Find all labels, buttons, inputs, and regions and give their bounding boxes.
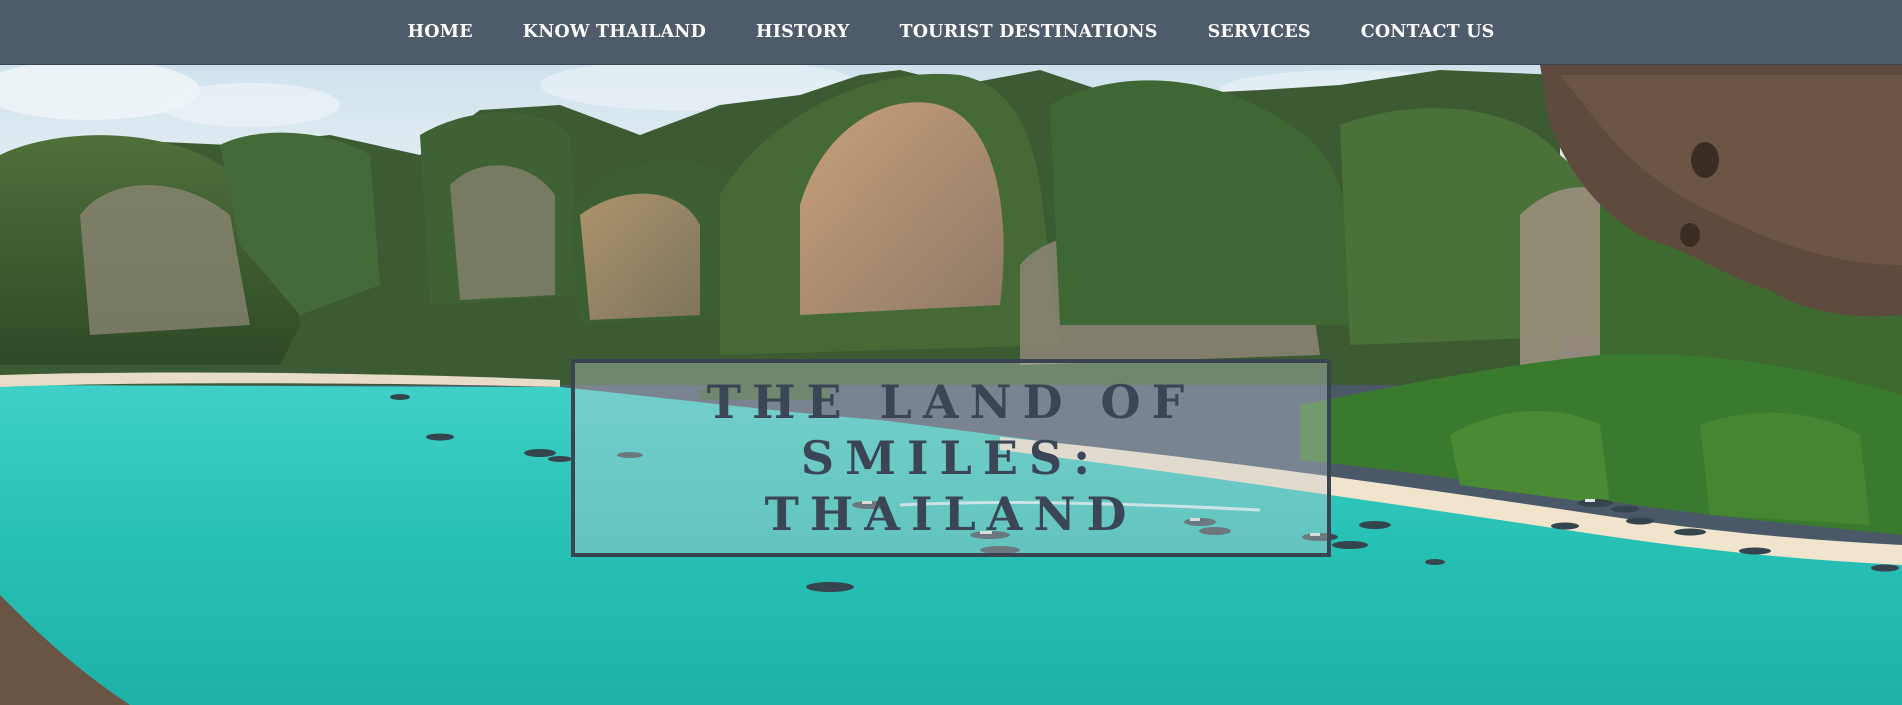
hero-title: THE LAND OF SMILES: THAILAND xyxy=(575,374,1327,542)
hero-banner: THE LAND OF SMILES: THAILAND xyxy=(0,65,1902,705)
hero-title-box: THE LAND OF SMILES: THAILAND xyxy=(571,359,1331,557)
nav-history[interactable]: HISTORY xyxy=(731,22,875,42)
hero-title-line-1: THE LAND OF SMILES: xyxy=(706,375,1196,485)
nav-know-thailand[interactable]: KNOW THAILAND xyxy=(498,22,731,42)
nav-menu: HOME KNOW THAILAND HISTORY TOURIST DESTI… xyxy=(382,0,1519,64)
nav-home[interactable]: HOME xyxy=(382,22,497,42)
hero-title-line-2: THAILAND xyxy=(764,487,1138,541)
nav-contact-us[interactable]: CONTACT US xyxy=(1336,22,1520,42)
nav-services[interactable]: SERVICES xyxy=(1183,22,1336,42)
top-navbar: HOME KNOW THAILAND HISTORY TOURIST DESTI… xyxy=(0,0,1902,65)
nav-tourist-destinations[interactable]: TOURIST DESTINATIONS xyxy=(874,22,1182,42)
